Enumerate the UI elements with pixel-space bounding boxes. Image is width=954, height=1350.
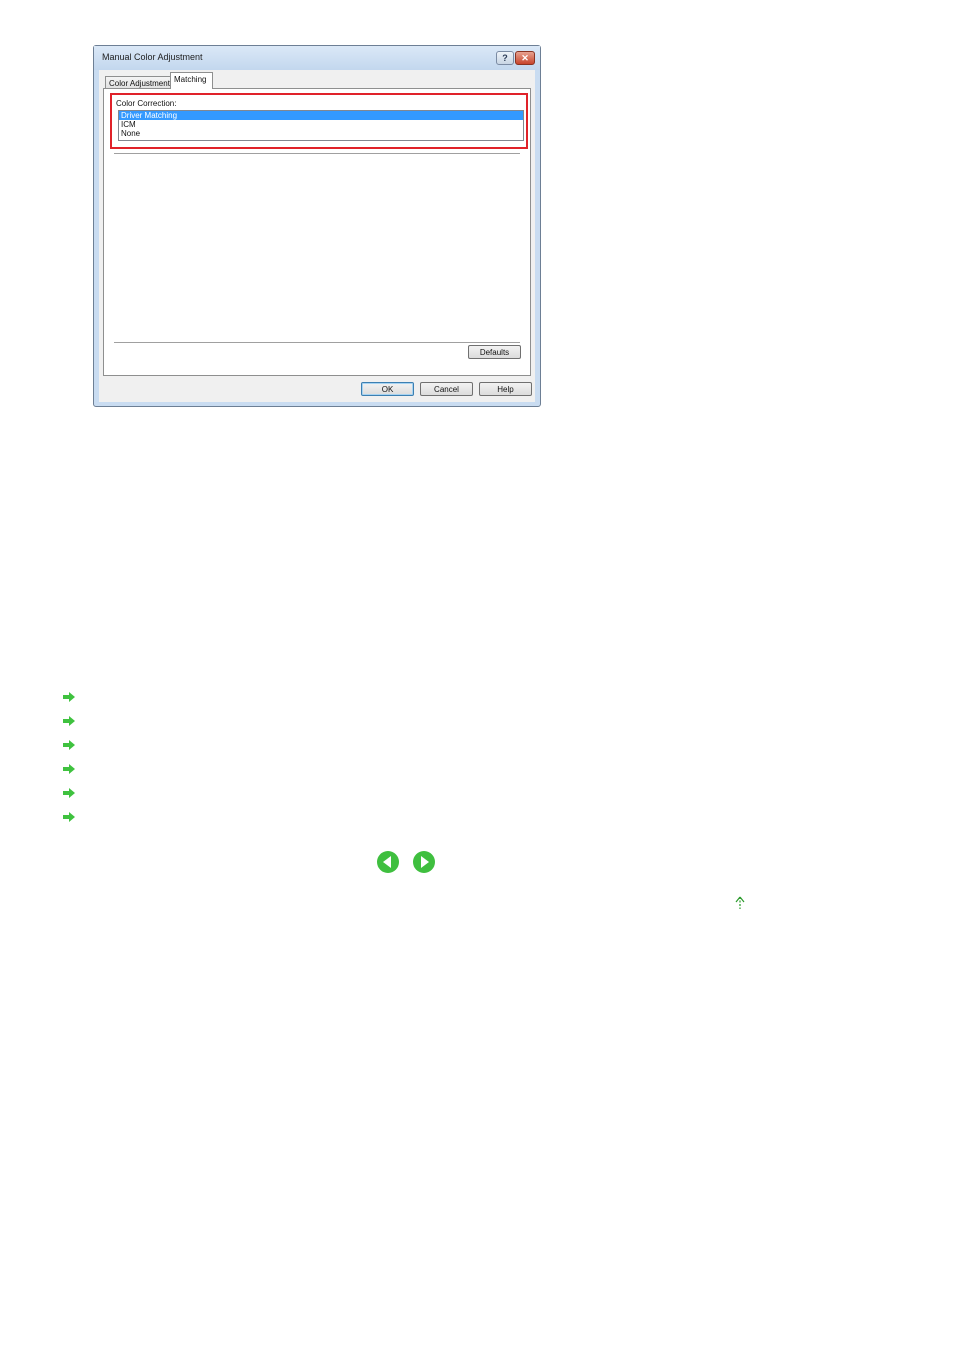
arrow-right-icon[interactable] [62,716,76,726]
matching-tab-panel: Color Correction: Driver Matching ICM No… [103,88,531,376]
page-top-icon[interactable] [734,896,746,910]
ok-button[interactable]: OK [361,382,414,396]
arrow-right-icon[interactable] [62,740,76,750]
manual-color-adjustment-dialog: Manual Color Adjustment ? ✕ Color Adjust… [93,45,541,407]
color-correction-highlight: Color Correction: Driver Matching ICM No… [110,93,528,149]
tab-matching[interactable]: Matching [170,72,213,89]
arrow-right-icon[interactable] [62,788,76,798]
separator-top [114,153,520,155]
list-item-driver-matching[interactable]: Driver Matching [119,111,523,120]
help-button[interactable]: Help [479,382,532,396]
dialog-client-area: Color Adjustment Matching Color Correcti… [99,70,535,402]
previous-page-icon[interactable] [376,850,400,874]
list-item-none[interactable]: None [119,129,523,138]
tab-color-adjustment[interactable]: Color Adjustment [105,76,171,88]
color-correction-label: Color Correction: [116,99,177,108]
defaults-button[interactable]: Defaults [468,345,521,359]
arrow-right-icon[interactable] [62,692,76,702]
title-help-button[interactable]: ? [496,51,514,65]
title-bar[interactable]: Manual Color Adjustment ? ✕ [94,46,540,70]
dialog-title: Manual Color Adjustment [102,52,203,62]
color-correction-listbox[interactable]: Driver Matching ICM None [118,110,524,141]
separator-bottom [114,342,520,344]
arrow-right-icon[interactable] [62,764,76,774]
next-page-icon[interactable] [412,850,436,874]
arrow-right-icon[interactable] [62,812,76,822]
list-item-icm[interactable]: ICM [119,120,523,129]
cancel-button[interactable]: Cancel [420,382,473,396]
title-close-button[interactable]: ✕ [515,51,535,65]
